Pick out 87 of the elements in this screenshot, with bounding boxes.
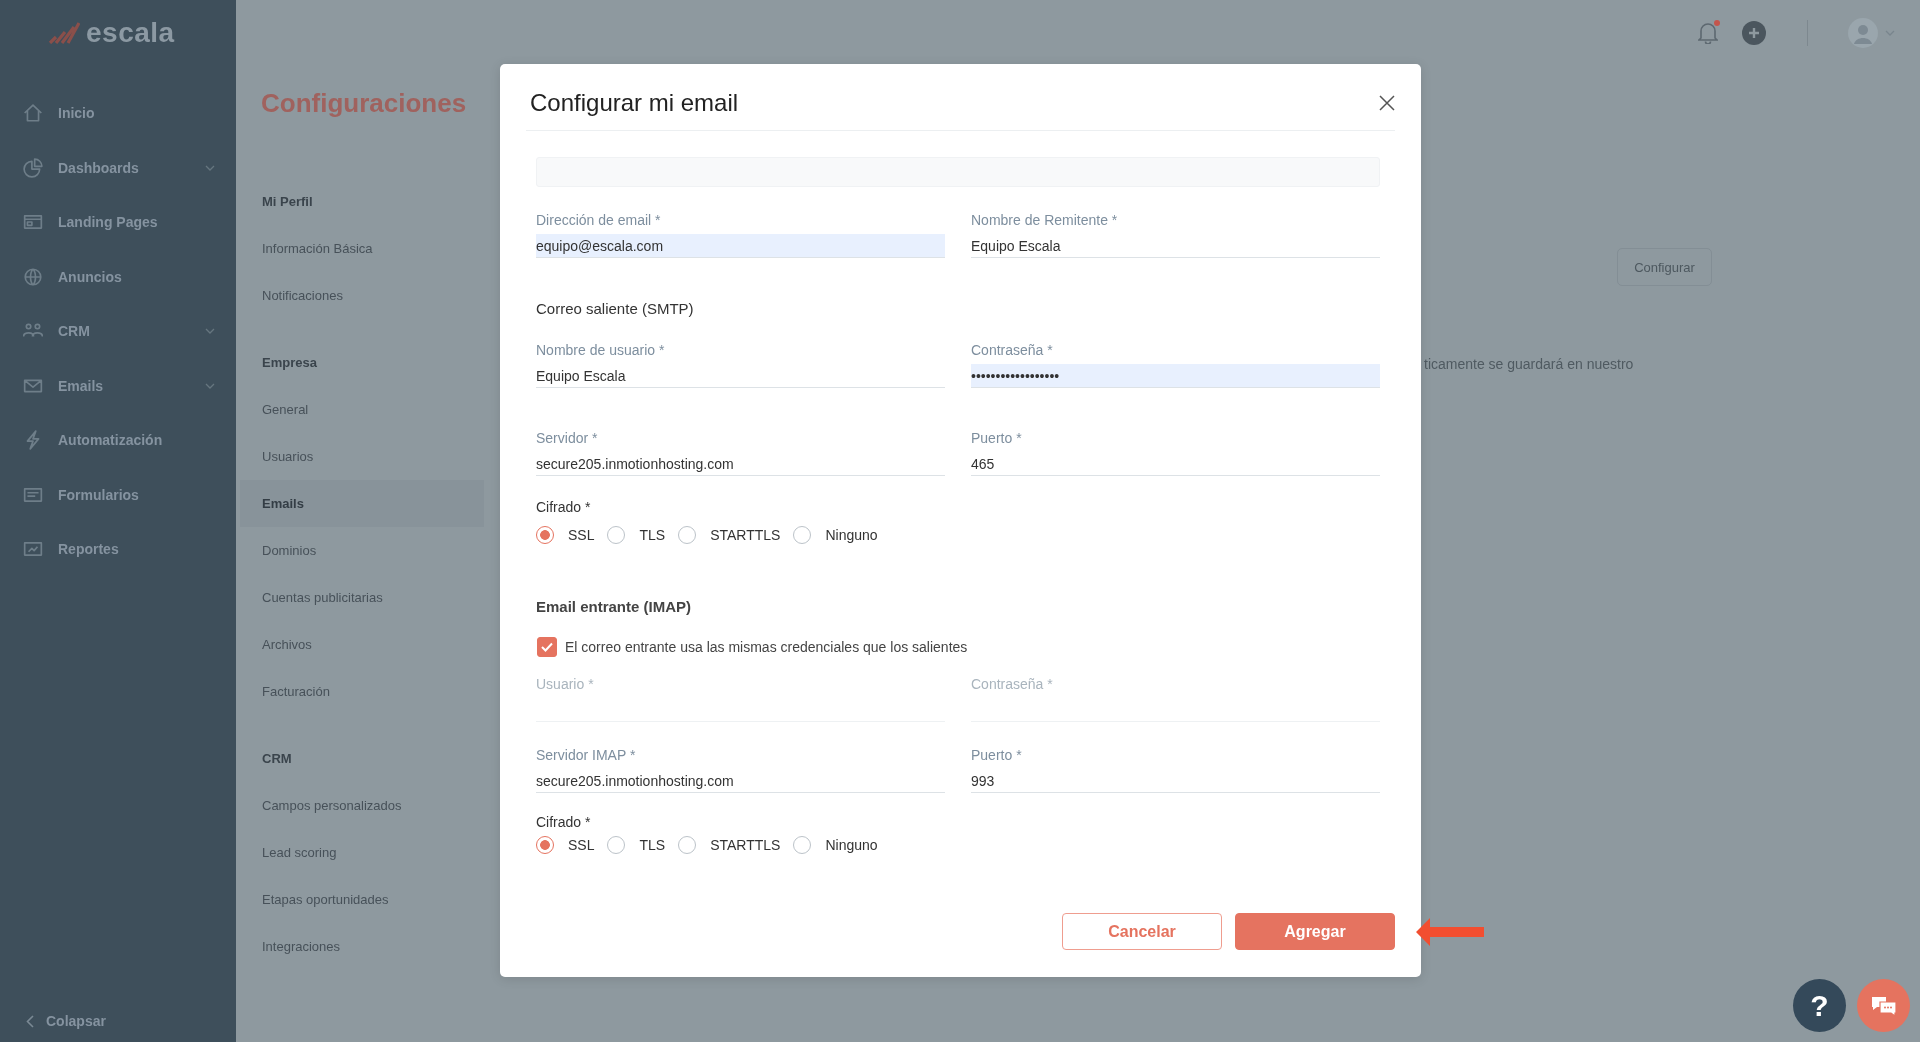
settings-menu-item[interactable]: Cuentas publicitarias	[240, 574, 484, 621]
checkmark-icon	[541, 642, 553, 652]
collapse-button[interactable]: Colapsar	[0, 1000, 106, 1042]
sidebar-item[interactable]: Automatización	[0, 413, 236, 468]
radio-button[interactable]	[678, 526, 697, 544]
port-field[interactable]: 465	[971, 452, 1380, 476]
configure-button[interactable]: Configurar	[1617, 248, 1712, 286]
sender-name-field[interactable]: Equipo Escala	[971, 234, 1380, 258]
globe-icon	[23, 266, 43, 287]
help-button[interactable]: ?	[1793, 979, 1846, 1032]
field-label: Puerto *	[971, 746, 1022, 764]
username-field[interactable]: Equipo Escala	[536, 364, 945, 388]
page-title: Configuraciones	[261, 87, 467, 120]
radio-label: TLS	[639, 527, 666, 543]
close-icon[interactable]	[1379, 94, 1395, 111]
radio-button[interactable]	[793, 526, 812, 544]
radio-button[interactable]	[607, 526, 626, 544]
sidebar-item[interactable]: Landing Pages	[0, 195, 236, 250]
radio-button[interactable]	[793, 836, 812, 854]
cancel-button[interactable]: Cancelar	[1062, 913, 1222, 950]
sidebar-item[interactable]: Emails	[0, 358, 236, 413]
sidebar-item[interactable]: Formularios	[0, 467, 236, 522]
menu-heading: Mi Perfil	[261, 193, 314, 211]
field-label: Nombre de usuario *	[536, 341, 665, 359]
logo-text: escala	[86, 17, 175, 49]
annotation-arrow	[1416, 918, 1484, 946]
logo-icon	[48, 22, 80, 44]
field-label: Dirección de email *	[536, 211, 661, 229]
radio-label: Ninguno	[825, 837, 878, 853]
email-field[interactable]: equipo@escala.com	[536, 234, 945, 258]
home-icon	[23, 103, 43, 124]
menu-heading: CRM	[261, 750, 293, 768]
add-icon[interactable]	[1742, 20, 1766, 45]
field-label: Servidor IMAP *	[536, 746, 636, 764]
radio-button[interactable]	[536, 526, 554, 544]
port-field[interactable]: 993	[971, 769, 1380, 793]
encryption-label: Cifrado *	[536, 498, 591, 516]
chat-bubbles-icon	[1870, 994, 1897, 1017]
settings-menu-item[interactable]: Emails	[240, 480, 484, 527]
checkbox[interactable]	[537, 637, 557, 657]
settings-menu-item[interactable]: Dominios	[240, 527, 484, 574]
encryption-label: Cifrado *	[536, 813, 591, 831]
field-label: Contraseña *	[971, 341, 1053, 359]
radio-label: SSL	[568, 527, 595, 543]
field-label: Contraseña *	[971, 675, 1053, 693]
chat-button[interactable]	[1857, 979, 1910, 1032]
radio-label: TLS	[639, 837, 666, 853]
description-text: ticamente se guardará en nuestro	[1424, 355, 1634, 373]
field-label: Usuario *	[536, 675, 594, 693]
chevron-left-icon	[26, 1014, 34, 1028]
sidebar-item[interactable]: CRM	[0, 304, 236, 359]
section-heading: Email entrante (IMAP)	[536, 597, 692, 617]
radio-button[interactable]	[678, 836, 697, 854]
field-label: Puerto *	[971, 429, 1022, 447]
settings-menu-item[interactable]: Campos personalizados	[240, 782, 484, 829]
sidebar-item[interactable]: Inicio	[0, 86, 236, 141]
radio-button[interactable]	[536, 836, 554, 854]
radio-label: STARTTLS	[710, 837, 781, 853]
field-label: Nombre de Remitente *	[971, 211, 1118, 229]
radio-label: SSL	[568, 837, 595, 853]
radio-button[interactable]	[607, 836, 626, 854]
pie-chart-icon	[23, 157, 43, 178]
section-heading: Correo saliente (SMTP)	[536, 299, 694, 319]
settings-menu-item[interactable]: General	[240, 386, 484, 433]
server-field[interactable]: secure205.inmotionhosting.com	[536, 769, 945, 793]
settings-menu-item[interactable]: Información Básica	[240, 225, 484, 272]
settings-menu-item[interactable]: Lead scoring	[240, 829, 484, 876]
menu-heading: Empresa	[261, 354, 318, 372]
sidebar-item[interactable]: Anuncios	[0, 249, 236, 304]
settings-menu-item[interactable]: Facturación	[240, 668, 484, 715]
settings-menu-item[interactable]: Archivos	[240, 621, 484, 668]
sidebar-item[interactable]: Reportes	[0, 522, 236, 577]
checkbox-label: El correo entrante usa las mismas credenciales que los salientes	[565, 639, 968, 655]
settings-menu-item[interactable]: Usuarios	[240, 433, 484, 480]
settings-menu-item[interactable]: Integraciones	[240, 923, 484, 970]
bell-icon[interactable]	[1698, 21, 1718, 44]
settings-menu-item[interactable]: Etapas oportunidades	[240, 876, 484, 923]
field-label: Servidor *	[536, 429, 598, 447]
avatar-icon[interactable]	[1848, 17, 1878, 48]
radio-label: STARTTLS	[710, 527, 781, 543]
password-field[interactable]: ••••••••••••••••••	[971, 364, 1380, 388]
sidebar-item[interactable]: Dashboards	[0, 140, 236, 195]
server-field[interactable]: secure205.inmotionhosting.com	[536, 452, 945, 476]
dialog-title: Configurar mi email	[530, 87, 739, 118]
settings-menu-item[interactable]: Notificaciones	[240, 272, 484, 319]
radio-label: Ninguno	[825, 527, 878, 543]
add-button[interactable]: Agregar	[1235, 913, 1395, 950]
